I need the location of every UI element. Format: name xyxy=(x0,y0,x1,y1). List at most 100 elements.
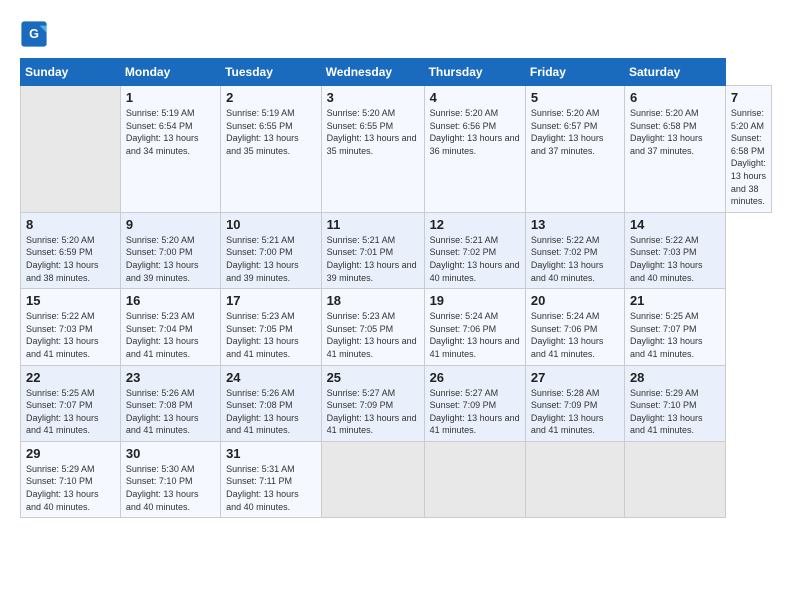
calendar-cell: 19 Sunrise: 5:24 AMSunset: 7:06 PMDayligh… xyxy=(424,289,525,365)
day-number: 8 xyxy=(26,217,115,232)
day-info: Sunrise: 5:22 AMSunset: 7:03 PMDaylight:… xyxy=(26,310,115,360)
day-number: 18 xyxy=(327,293,419,308)
logo-icon: G xyxy=(20,20,48,48)
calendar-cell: 22Sunrise: 5:25 AMSunset: 7:07 PMDayligh… xyxy=(21,365,121,441)
day-info: Sunrise: 5:20 AMSunset: 6:57 PMDaylight:… xyxy=(531,107,619,157)
day-info: Sunrise: 5:31 AMSunset: 7:11 PMDaylight:… xyxy=(226,463,316,513)
day-info: Sunrise: 5:21 AMSunset: 7:02 PMDaylight:… xyxy=(430,234,520,284)
day-info: Sunrise: 5:19 AMSunset: 6:55 PMDaylight:… xyxy=(226,107,316,157)
day-info: Sunrise: 5:28 AMSunset: 7:09 PMDaylight:… xyxy=(531,387,619,437)
day-info: Sunrise: 5:26 AMSunset: 7:08 PMDaylight:… xyxy=(226,387,316,437)
day-number: 27 xyxy=(531,370,619,385)
day-number: 6 xyxy=(630,90,720,105)
calendar-cell: 25Sunrise: 5:27 AMSunset: 7:09 PMDayligh… xyxy=(321,365,424,441)
calendar-cell: 16 Sunrise: 5:23 AMSunset: 7:04 PMDayligh… xyxy=(120,289,220,365)
calendar-cell: 29 Sunrise: 5:29 AMSunset: 7:10 PMDayligh… xyxy=(21,441,121,517)
day-number: 9 xyxy=(126,217,215,232)
calendar-cell: 6 Sunrise: 5:20 AMSunset: 6:58 PMDaylight… xyxy=(624,86,725,213)
day-number: 15 xyxy=(26,293,115,308)
weekday-header-tuesday: Tuesday xyxy=(221,59,322,86)
weekday-header-sunday: Sunday xyxy=(21,59,121,86)
day-info: Sunrise: 5:20 AMSunset: 6:58 PMDaylight:… xyxy=(731,107,766,208)
calendar-cell xyxy=(525,441,624,517)
calendar-cell: 12Sunrise: 5:21 AMSunset: 7:02 PMDayligh… xyxy=(424,212,525,288)
day-number: 29 xyxy=(26,446,115,461)
day-info: Sunrise: 5:30 AMSunset: 7:10 PMDaylight:… xyxy=(126,463,215,513)
day-number: 5 xyxy=(531,90,619,105)
day-number: 31 xyxy=(226,446,316,461)
day-info: Sunrise: 5:23 AMSunset: 7:04 PMDaylight:… xyxy=(126,310,215,360)
calendar-cell: 2 Sunrise: 5:19 AMSunset: 6:55 PMDaylight… xyxy=(221,86,322,213)
calendar-cell xyxy=(321,441,424,517)
calendar-cell: 10Sunrise: 5:21 AMSunset: 7:00 PMDayligh… xyxy=(221,212,322,288)
day-number: 24 xyxy=(226,370,316,385)
calendar-cell: 3Sunrise: 5:20 AMSunset: 6:55 PMDaylight… xyxy=(321,86,424,213)
weekday-header-friday: Friday xyxy=(525,59,624,86)
day-info: Sunrise: 5:24 AMSunset: 7:06 PMDaylight:… xyxy=(430,310,520,360)
page-header: G xyxy=(20,20,772,48)
calendar-cell: 8 Sunrise: 5:20 AMSunset: 6:59 PMDaylight… xyxy=(21,212,121,288)
day-info: Sunrise: 5:20 AMSunset: 6:55 PMDaylight:… xyxy=(327,107,419,157)
calendar-cell: 17Sunrise: 5:23 AMSunset: 7:05 PMDayligh… xyxy=(221,289,322,365)
day-info: Sunrise: 5:21 AMSunset: 7:01 PMDaylight:… xyxy=(327,234,419,284)
day-info: Sunrise: 5:27 AMSunset: 7:09 PMDaylight:… xyxy=(430,387,520,437)
day-number: 16 xyxy=(126,293,215,308)
calendar-cell: 9 Sunrise: 5:20 AMSunset: 7:00 PMDaylight… xyxy=(120,212,220,288)
calendar-cell: 7 Sunrise: 5:20 AMSunset: 6:58 PMDaylight… xyxy=(725,86,771,213)
day-info: Sunrise: 5:25 AMSunset: 7:07 PMDaylight:… xyxy=(630,310,720,360)
day-number: 23 xyxy=(126,370,215,385)
weekday-header-thursday: Thursday xyxy=(424,59,525,86)
calendar-cell: 20Sunrise: 5:24 AMSunset: 7:06 PMDayligh… xyxy=(525,289,624,365)
day-number: 28 xyxy=(630,370,720,385)
calendar-cell: 21 Sunrise: 5:25 AMSunset: 7:07 PMDayligh… xyxy=(624,289,725,365)
calendar-table: SundayMondayTuesdayWednesdayThursdayFrid… xyxy=(20,58,772,518)
calendar-week-3: 15 Sunrise: 5:22 AMSunset: 7:03 PMDayligh… xyxy=(21,289,772,365)
calendar-week-1: 1Sunrise: 5:19 AMSunset: 6:54 PMDaylight… xyxy=(21,86,772,213)
calendar-cell: 14 Sunrise: 5:22 AMSunset: 7:03 PMDayligh… xyxy=(624,212,725,288)
day-info: Sunrise: 5:23 AMSunset: 7:05 PMDaylight:… xyxy=(327,310,419,360)
svg-text:G: G xyxy=(29,27,39,41)
day-info: Sunrise: 5:20 AMSunset: 6:58 PMDaylight:… xyxy=(630,107,720,157)
day-info: Sunrise: 5:20 AMSunset: 6:56 PMDaylight:… xyxy=(430,107,520,157)
day-number: 21 xyxy=(630,293,720,308)
calendar-cell: 1Sunrise: 5:19 AMSunset: 6:54 PMDaylight… xyxy=(120,86,220,213)
day-number: 1 xyxy=(126,90,215,105)
day-info: Sunrise: 5:20 AMSunset: 7:00 PMDaylight:… xyxy=(126,234,215,284)
calendar-cell: 24 Sunrise: 5:26 AMSunset: 7:08 PMDayligh… xyxy=(221,365,322,441)
weekday-header-monday: Monday xyxy=(120,59,220,86)
day-number: 26 xyxy=(430,370,520,385)
calendar-cell: 26 Sunrise: 5:27 AMSunset: 7:09 PMDayligh… xyxy=(424,365,525,441)
day-number: 4 xyxy=(430,90,520,105)
logo: G xyxy=(20,20,52,48)
day-info: Sunrise: 5:22 AMSunset: 7:02 PMDaylight:… xyxy=(531,234,619,284)
calendar-cell xyxy=(21,86,121,213)
weekday-header-row: SundayMondayTuesdayWednesdayThursdayFrid… xyxy=(21,59,772,86)
calendar-cell: 18 Sunrise: 5:23 AMSunset: 7:05 PMDayligh… xyxy=(321,289,424,365)
day-number: 14 xyxy=(630,217,720,232)
day-number: 19 xyxy=(430,293,520,308)
calendar-week-5: 29 Sunrise: 5:29 AMSunset: 7:10 PMDayligh… xyxy=(21,441,772,517)
day-number: 30 xyxy=(126,446,215,461)
calendar-cell: 30 Sunrise: 5:30 AMSunset: 7:10 PMDayligh… xyxy=(120,441,220,517)
calendar-cell xyxy=(624,441,725,517)
calendar-cell: 27 Sunrise: 5:28 AMSunset: 7:09 PMDayligh… xyxy=(525,365,624,441)
calendar-week-4: 22Sunrise: 5:25 AMSunset: 7:07 PMDayligh… xyxy=(21,365,772,441)
day-info: Sunrise: 5:20 AMSunset: 6:59 PMDaylight:… xyxy=(26,234,115,284)
calendar-cell: 5 Sunrise: 5:20 AMSunset: 6:57 PMDaylight… xyxy=(525,86,624,213)
day-info: Sunrise: 5:29 AMSunset: 7:10 PMDaylight:… xyxy=(630,387,720,437)
calendar-cell: 31 Sunrise: 5:31 AMSunset: 7:11 PMDayligh… xyxy=(221,441,322,517)
day-info: Sunrise: 5:22 AMSunset: 7:03 PMDaylight:… xyxy=(630,234,720,284)
day-number: 11 xyxy=(327,217,419,232)
day-number: 7 xyxy=(731,90,766,105)
calendar-cell: 4 Sunrise: 5:20 AMSunset: 6:56 PMDaylight… xyxy=(424,86,525,213)
calendar-cell: 11 Sunrise: 5:21 AMSunset: 7:01 PMDayligh… xyxy=(321,212,424,288)
day-info: Sunrise: 5:23 AMSunset: 7:05 PMDaylight:… xyxy=(226,310,316,360)
weekday-header-saturday: Saturday xyxy=(624,59,725,86)
day-info: Sunrise: 5:29 AMSunset: 7:10 PMDaylight:… xyxy=(26,463,115,513)
day-number: 10 xyxy=(226,217,316,232)
day-number: 13 xyxy=(531,217,619,232)
calendar-cell xyxy=(424,441,525,517)
calendar-cell: 28 Sunrise: 5:29 AMSunset: 7:10 PMDayligh… xyxy=(624,365,725,441)
day-number: 2 xyxy=(226,90,316,105)
day-info: Sunrise: 5:27 AMSunset: 7:09 PMDaylight:… xyxy=(327,387,419,437)
